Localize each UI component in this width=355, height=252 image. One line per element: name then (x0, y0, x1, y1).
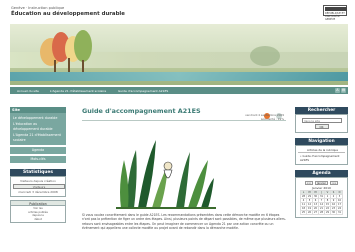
breadcrumb-current[interactable]: Guide d'accompagnement A21ES (118, 89, 168, 93)
search-input[interactable] (301, 118, 342, 123)
calendar-next-button[interactable]: >> (329, 181, 339, 185)
site-header: Genève · Instruction publique Éducation … (0, 0, 355, 24)
agenda-button[interactable]: Agenda (10, 147, 66, 155)
nav-section-label: Articles de la rubrique (298, 148, 345, 153)
calendar-day[interactable]: 31 (336, 210, 343, 215)
nav-item-label: Guide d'accompagnement A21ES (300, 154, 340, 162)
breadcrumb-agenda21[interactable]: L'Agenda 21 d'établissement scolaire (50, 89, 106, 93)
sidebar-menu: Le développement durable L'éducation au … (10, 113, 66, 146)
logo-text: RÉPUBLIQUE ET CANTON DE GENÈVE (325, 12, 345, 21)
calendar-box: << Janvier >> Janvier 2010 L M M J V S D… (295, 177, 348, 218)
sidebar-item-edd[interactable]: L'éducation au développement durable (10, 121, 66, 132)
stats-date: mercredi 3 décembre 2008 (18, 190, 58, 195)
search-box: OK (295, 114, 348, 133)
breadcrumb: Accueil du site L'Agenda 21 d'établissem… (10, 87, 348, 94)
pub-line: début (34, 217, 42, 221)
navigation-box: Articles de la rubrique • Guide d'accomp… (295, 145, 348, 165)
calendar-month-select[interactable]: Janvier (315, 181, 328, 185)
stats-box: Visiteurs depuis création Visiteurs merc… (10, 176, 66, 198)
drawing-plants-image (116, 130, 216, 210)
org-line-2[interactable]: Éducation au développement durable (11, 11, 125, 17)
breadcrumb-home[interactable]: Accueil du site (17, 89, 39, 93)
header-banner-image (10, 24, 348, 85)
stats-button[interactable]: Visiteurs (13, 184, 65, 190)
calendar-grid: L M M J V S D 28 29 30 31 1 2 3 4 5 6 7 … (300, 190, 343, 215)
search-button[interactable]: OK (314, 124, 329, 129)
org-line-1: Genève · Instruction publique (11, 6, 65, 10)
canton-logo[interactable]: RÉPUBLIQUE ET CANTON DE GENÈVE (323, 5, 347, 21)
article-body: Si vous voulez concrètement dans le guid… (82, 213, 286, 231)
search-heading: Rechercher (295, 107, 348, 114)
calendar-prev-button[interactable]: << (304, 181, 314, 185)
keywords-button[interactable]: Mots-clés (10, 156, 66, 164)
article-illustration (116, 130, 216, 210)
calendar-controls: << Janvier >> (298, 181, 345, 185)
article-title: Guide d'accompagnement A21ES (82, 107, 201, 115)
left-sidebar: Site Le développement durable L'éducatio… (10, 107, 66, 224)
stats-heading: Statistiques (10, 169, 66, 177)
stats-label: Visiteurs depuis création (20, 179, 56, 184)
right-sidebar: Rechercher OK Navigation Articles de la … (295, 107, 348, 218)
agenda-heading: Agenda (295, 170, 348, 177)
divider (82, 120, 286, 121)
print-icon[interactable]: ▤ (341, 88, 346, 93)
navigation-heading: Navigation (295, 138, 348, 145)
sidebar-item-a21es[interactable]: L'Agenda 21 d'établissement scolaire (10, 132, 66, 143)
page: Genève · Instruction publique Éducation … (0, 0, 355, 252)
publication-box[interactable]: Voir les articles publiés depuis le débu… (10, 206, 66, 224)
font-size-icon[interactable]: A (335, 88, 340, 93)
nav-item-guide[interactable]: • Guide d'accompagnement A21ES (298, 154, 345, 162)
